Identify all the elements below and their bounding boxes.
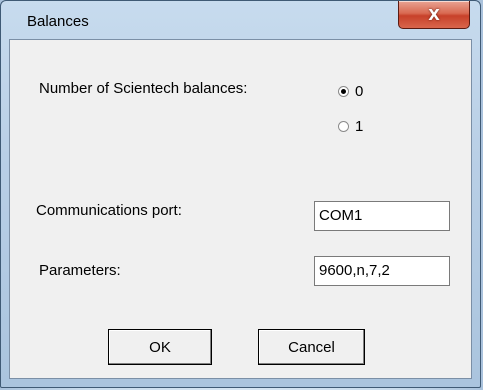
radio-1-indicator[interactable] — [338, 121, 349, 132]
close-icon: X — [428, 5, 440, 24]
communications-port-input[interactable]: COM1 — [314, 201, 450, 231]
radio-option-0[interactable]: 0 — [338, 83, 363, 100]
communications-port-label: Communications port: — [36, 202, 182, 219]
parameters-input[interactable]: 9600,n,7,2 — [314, 256, 450, 286]
dialog-body: Number of Scientech balances: 0 1 Commun… — [9, 39, 472, 379]
balances-count-label: Number of Scientech balances: — [39, 80, 248, 97]
cancel-button[interactable]: Cancel — [258, 329, 365, 365]
radio-1-label: 1 — [355, 118, 364, 135]
balances-dialog: Balances X Number of Scientech balances:… — [0, 0, 481, 388]
dialog-title: Balances — [27, 13, 89, 30]
radio-0-indicator[interactable] — [338, 86, 349, 97]
radio-option-1[interactable]: 1 — [338, 118, 363, 135]
parameters-label: Parameters: — [39, 262, 121, 279]
title-bar[interactable]: Balances X — [1, 1, 480, 39]
radio-0-label: 0 — [355, 83, 364, 100]
close-button[interactable]: X — [398, 1, 470, 29]
ok-button[interactable]: OK — [108, 329, 212, 365]
